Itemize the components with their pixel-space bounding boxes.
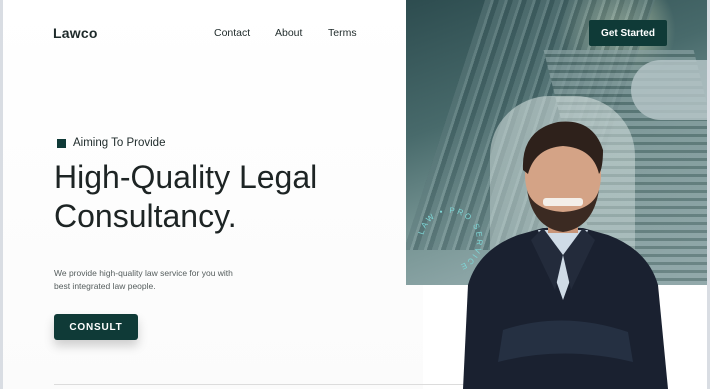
description-line-1: We provide high-quality law service for … (54, 267, 233, 278)
badge-text: LAW • PRO SERVICE (417, 206, 483, 272)
headline-line-1: High-Quality Legal (54, 159, 318, 195)
landing-page: Lawco Contact About Terms Get Started Ai… (3, 0, 707, 389)
tagline-marker (57, 139, 66, 148)
tagline: Aiming To Provide (73, 137, 166, 149)
headline-line-2: Consultancy. (54, 198, 237, 234)
hero-description: We provide high-quality law service for … (54, 267, 304, 293)
nav-link-contact[interactable]: Contact (214, 27, 250, 39)
nav-link-about[interactable]: About (275, 27, 302, 39)
hero-headline: High-Quality Legal Consultancy. (54, 158, 317, 236)
nav-link-terms[interactable]: Terms (328, 27, 357, 39)
law-pro-service-badge: LAW • PRO SERVICE (417, 206, 485, 272)
consult-button[interactable]: CONSULT (54, 314, 138, 340)
description-line-2: best integrated law people. (54, 280, 156, 291)
get-started-button[interactable]: Get Started (589, 20, 667, 46)
svg-text:LAW • PRO SERVICE: LAW • PRO SERVICE (417, 206, 485, 272)
logo[interactable]: Lawco (53, 25, 98, 41)
